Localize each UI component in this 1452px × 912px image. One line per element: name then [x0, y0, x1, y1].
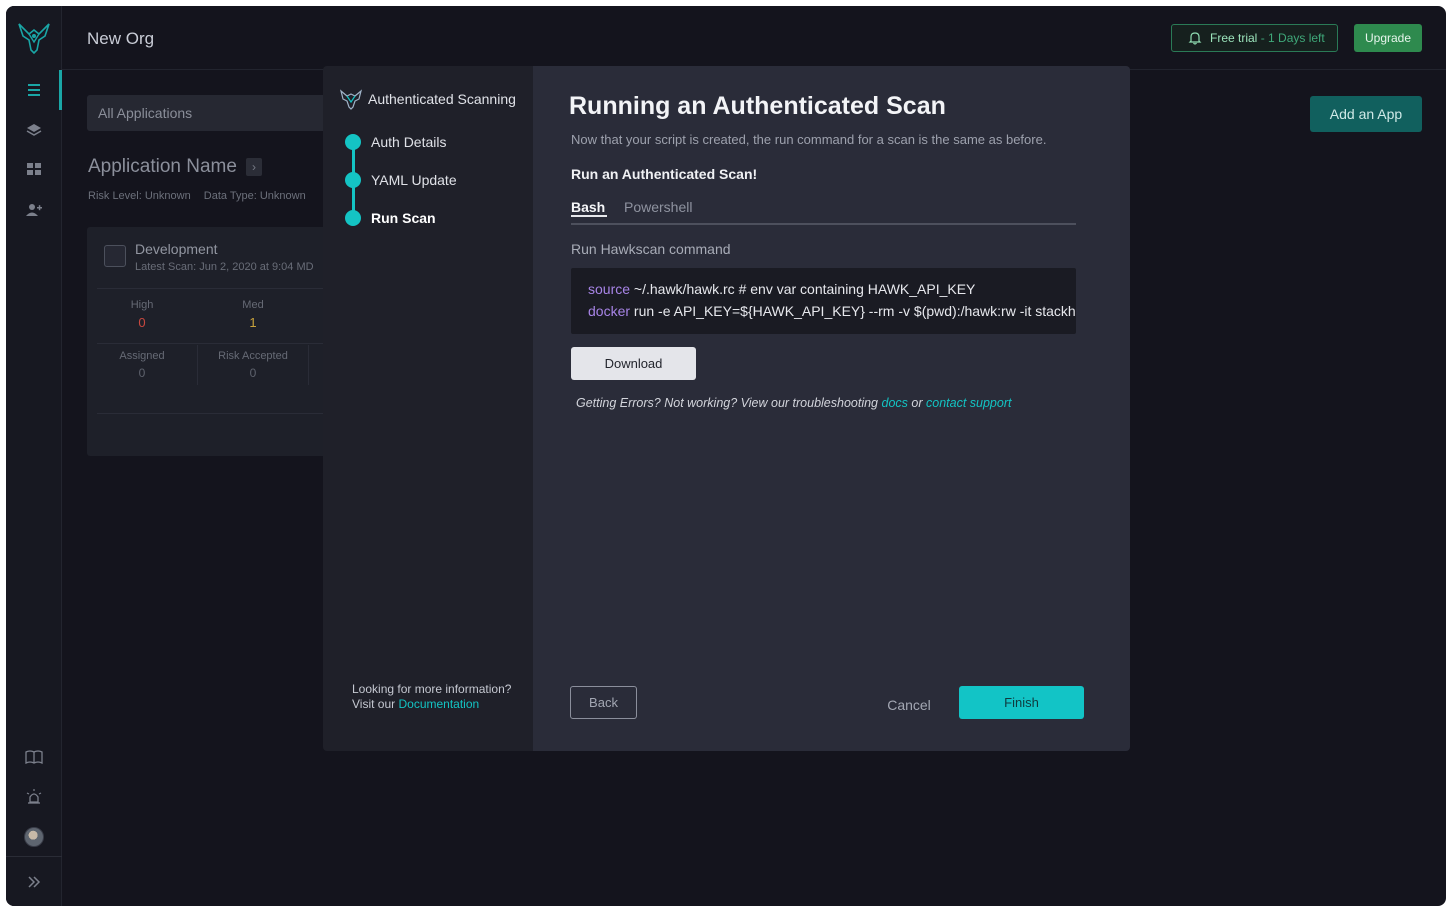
- step-dot: [345, 134, 361, 150]
- code-line-1: source ~/.hawk/hawk.rc # env var contain…: [588, 281, 976, 297]
- step-auth-details[interactable]: Auth Details: [345, 134, 446, 150]
- latest-scan: Latest Scan: Jun 2, 2020 at 9:04 MD: [135, 261, 314, 273]
- download-button[interactable]: Download: [571, 347, 696, 380]
- bell-icon: [1188, 32, 1202, 45]
- app-window: New Org Free trial - 1 Days left Upgrade…: [6, 6, 1446, 906]
- divider: [308, 345, 309, 385]
- application-name: Application Name: [88, 156, 237, 177]
- authenticated-scan-modal: Authenticated Scanning Auth Details YAML…: [323, 66, 1130, 751]
- more-info: Looking for more information? Visit our …: [352, 682, 512, 711]
- documentation-link[interactable]: Documentation: [398, 697, 479, 711]
- environment-title: Development: [135, 241, 218, 257]
- shell-tabs: Bash Powershell: [571, 198, 1076, 225]
- step-dot: [345, 210, 361, 226]
- back-button[interactable]: Back: [570, 686, 637, 719]
- modal-subtitle: Run an Authenticated Scan!: [571, 166, 758, 182]
- trial-days-left: 1 Days left: [1268, 31, 1325, 45]
- app-meta: Risk Level: Unknown Data Type: Unknown: [88, 190, 306, 202]
- avatar: [24, 827, 44, 847]
- contact-support-link[interactable]: contact support: [926, 396, 1011, 410]
- cancel-button[interactable]: Cancel: [879, 688, 939, 721]
- high-stat: High 0: [130, 299, 154, 330]
- docs-link[interactable]: docs: [882, 396, 908, 410]
- add-user-icon[interactable]: [23, 199, 45, 221]
- tab-powershell[interactable]: Powershell: [624, 199, 692, 215]
- hawk-logo-icon: [340, 89, 362, 110]
- active-tab-underline: [571, 215, 607, 217]
- finish-button[interactable]: Finish: [959, 686, 1084, 719]
- risk-level: Risk Level: Unknown: [88, 190, 191, 202]
- book-icon[interactable]: [23, 746, 45, 768]
- dashboard-icon[interactable]: [23, 158, 45, 180]
- modal-title: Running an Authenticated Scan: [569, 92, 946, 120]
- step-yaml-update[interactable]: YAML Update: [345, 172, 457, 188]
- code-line-2: docker run -e API_KEY=${HAWK_API_KEY} --…: [588, 303, 1076, 319]
- tab-bash[interactable]: Bash: [571, 199, 607, 217]
- add-app-button[interactable]: Add an App: [1310, 96, 1422, 132]
- stepper-title: Authenticated Scanning: [340, 88, 516, 110]
- chevron-right-icon[interactable]: ›: [246, 158, 262, 176]
- alarm-icon[interactable]: [23, 786, 45, 808]
- modal-stepper-panel: Authenticated Scanning Auth Details YAML…: [323, 66, 533, 751]
- modal-description: Now that your script is created, the run…: [571, 132, 1047, 147]
- modal-content-panel: Running an Authenticated Scan Now that y…: [533, 66, 1130, 751]
- troubleshooting-help: Getting Errors? Not working? View our tr…: [576, 396, 1012, 410]
- run-command-label: Run Hawkscan command: [571, 241, 731, 257]
- menu-icon[interactable]: [23, 79, 45, 101]
- assigned-stat: Assigned 0: [119, 350, 165, 380]
- med-stat: Med 1: [242, 299, 264, 330]
- layers-icon[interactable]: [23, 119, 45, 141]
- browser-window-icon: [104, 245, 126, 267]
- double-chevron-right-icon[interactable]: [23, 871, 45, 893]
- sidebar: [6, 6, 62, 906]
- step-dot: [345, 172, 361, 188]
- hawk-logo-icon[interactable]: [17, 20, 51, 54]
- data-type: Data Type: Unknown: [203, 190, 306, 202]
- risk-accepted-stat: Risk Accepted 0: [218, 350, 288, 380]
- free-trial-button[interactable]: Free trial - 1 Days left: [1171, 24, 1338, 52]
- upgrade-button[interactable]: Upgrade: [1354, 24, 1422, 52]
- trial-label: Free trial: [1210, 31, 1258, 45]
- sidebar-divider: [6, 856, 62, 857]
- org-name[interactable]: New Org: [87, 29, 154, 49]
- user-avatar[interactable]: [23, 826, 45, 848]
- top-header: New Org Free trial - 1 Days left Upgrade: [62, 6, 1446, 70]
- trial-sep: -: [1260, 31, 1265, 45]
- step-run-scan[interactable]: Run Scan: [345, 210, 436, 226]
- command-code-block[interactable]: source ~/.hawk/hawk.rc # env var contain…: [571, 268, 1076, 334]
